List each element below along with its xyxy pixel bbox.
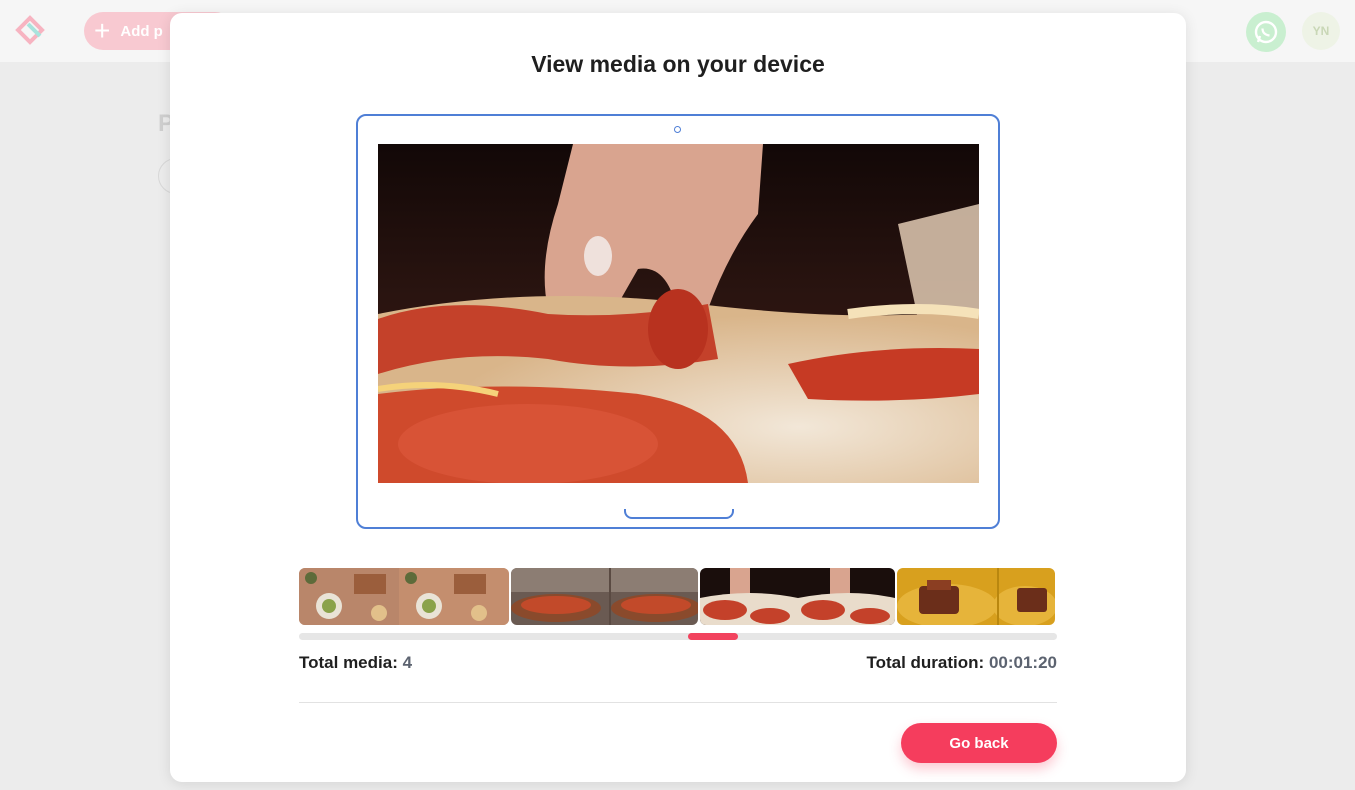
go-back-button[interactable]: Go back: [901, 723, 1057, 763]
device-home-button: [624, 509, 734, 519]
plus-icon: +: [94, 15, 111, 46]
media-thumbnail-pizza-board[interactable]: [511, 568, 698, 625]
filmstrip-scrollbar[interactable]: [299, 633, 1057, 640]
go-back-label: Go back: [949, 734, 1009, 752]
total-duration-value: 00:01:20: [988, 653, 1057, 672]
modal-title: View media on your device: [531, 51, 825, 77]
add-button-label: Add p: [120, 22, 163, 40]
avatar[interactable]: YN: [1302, 12, 1340, 50]
media-thumbnail-cake-pasta[interactable]: [897, 568, 1055, 625]
device-camera: [674, 126, 681, 133]
total-media-stat: Total media: 4: [299, 653, 412, 673]
total-duration-label: Total duration:: [866, 653, 985, 672]
total-duration-stat: Total duration: 00:01:20: [866, 653, 1057, 673]
media-preview-modal: View media on your device Total media: 4…: [170, 13, 1186, 782]
pizza-preview-image: [378, 144, 979, 483]
media-preview-screen: [378, 144, 979, 483]
filmstrip-scrollbar-thumb[interactable]: [688, 633, 738, 640]
logo-icon[interactable]: [14, 14, 50, 50]
media-thumbnail-pizza-closeup[interactable]: [700, 568, 895, 625]
media-filmstrip[interactable]: [299, 568, 1057, 625]
device-frame: [356, 114, 1000, 529]
whatsapp-icon[interactable]: [1246, 12, 1286, 52]
total-media-value: 4: [402, 653, 413, 672]
divider: [299, 702, 1057, 703]
total-media-label: Total media:: [299, 653, 398, 672]
media-thumbnail-charcuterie[interactable]: [299, 568, 509, 625]
